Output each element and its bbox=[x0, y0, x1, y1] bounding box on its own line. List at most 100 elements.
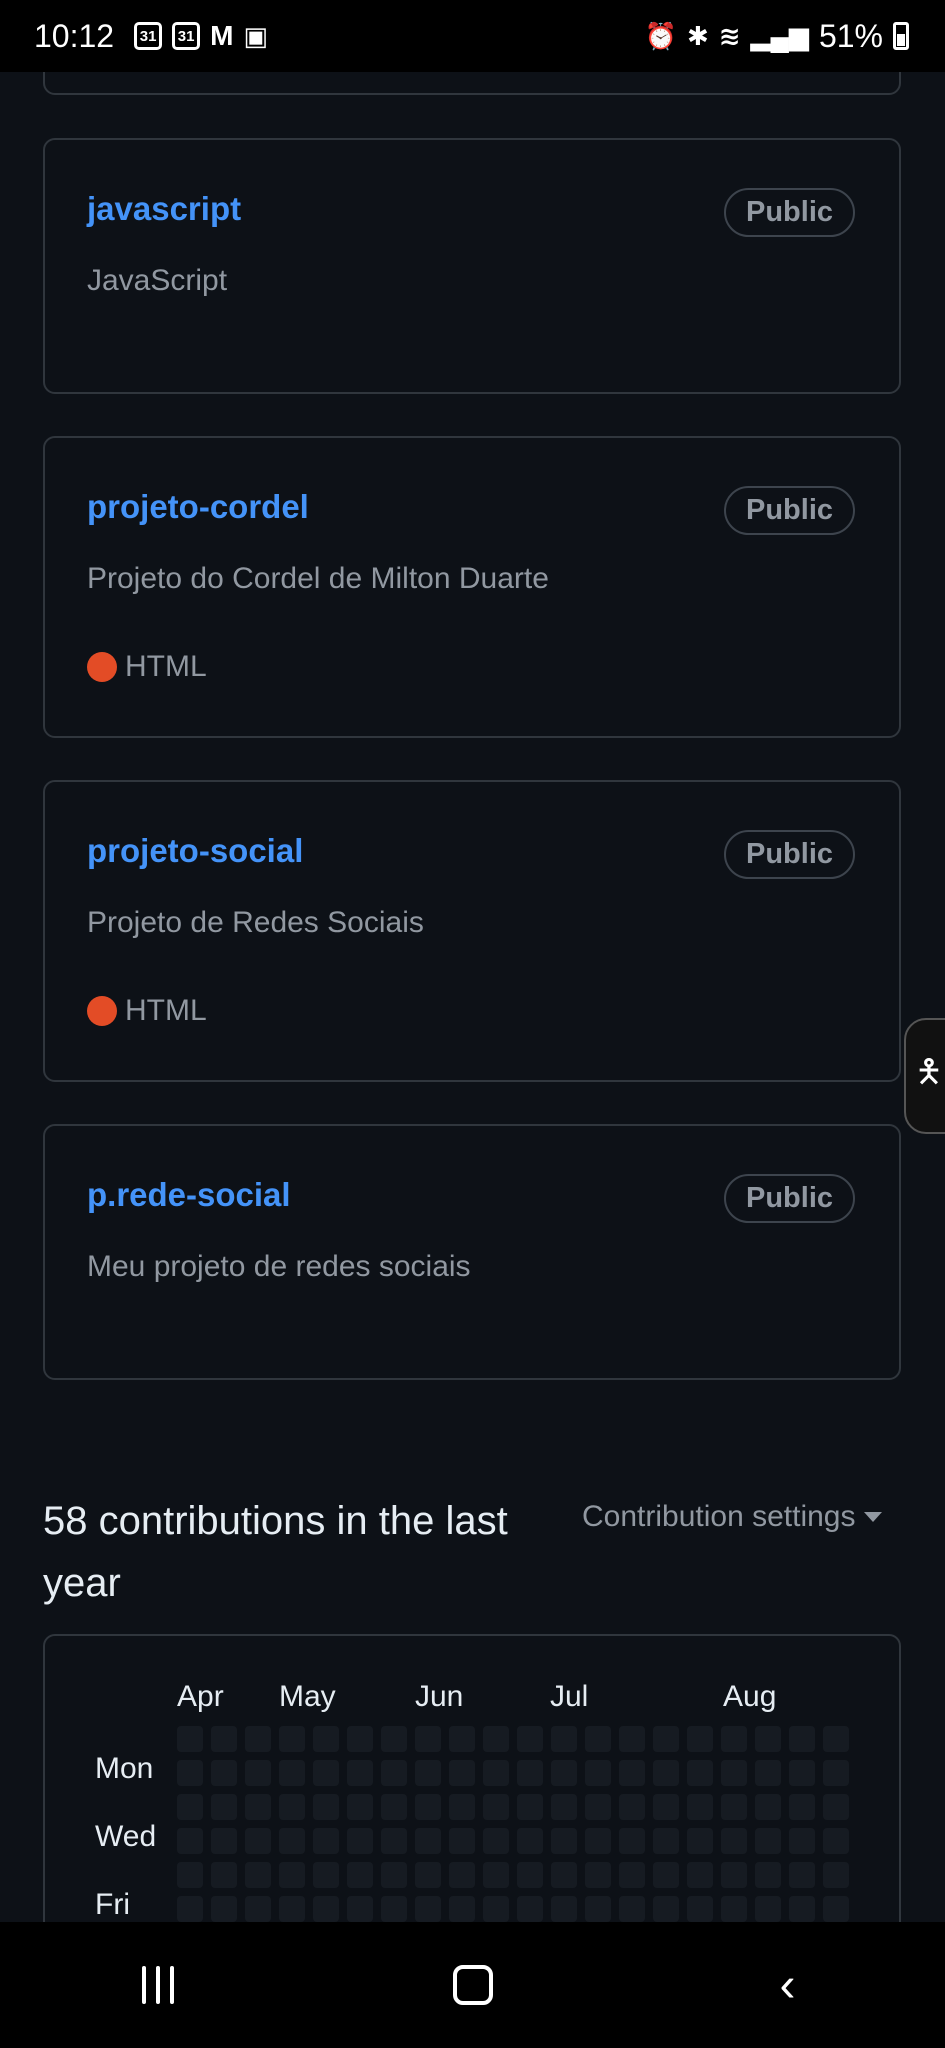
contribution-day-cell bbox=[381, 1862, 407, 1888]
contribution-day-cell bbox=[483, 1896, 509, 1922]
contribution-day-cell bbox=[721, 1828, 747, 1854]
contribution-day-cell bbox=[415, 1896, 441, 1922]
contribution-day-cell bbox=[211, 1794, 237, 1820]
repo-card[interactable]: projeto-cordel Public Projeto do Cordel … bbox=[43, 436, 901, 738]
contribution-day-cell bbox=[551, 1862, 577, 1888]
contribution-day-cell bbox=[415, 1760, 441, 1786]
contribution-day-cell bbox=[245, 1896, 271, 1922]
contribution-day-cell bbox=[619, 1862, 645, 1888]
contribution-day-cell bbox=[755, 1726, 781, 1752]
contribution-day-cell bbox=[313, 1794, 339, 1820]
contribution-day-cell bbox=[415, 1828, 441, 1854]
contribution-day-cell bbox=[211, 1726, 237, 1752]
contribution-day-cell bbox=[619, 1828, 645, 1854]
status-left: 10:12 31 31 M ▣ bbox=[34, 18, 268, 55]
contribution-day-cell bbox=[313, 1828, 339, 1854]
contribution-day-cell bbox=[551, 1828, 577, 1854]
contribution-day-cell bbox=[551, 1794, 577, 1820]
contribution-day-cell bbox=[551, 1760, 577, 1786]
contribution-day-cell bbox=[177, 1760, 203, 1786]
contribution-day-cell bbox=[177, 1726, 203, 1752]
contribution-day-cell bbox=[585, 1828, 611, 1854]
contribution-day-cell bbox=[789, 1726, 815, 1752]
repo-name-link[interactable]: projeto-social bbox=[87, 832, 303, 870]
repo-language: HTML bbox=[87, 994, 207, 1028]
accessibility-icon: 🯅 bbox=[914, 1053, 944, 1089]
contribution-day-cell bbox=[483, 1760, 509, 1786]
contribution-day-cell bbox=[823, 1760, 849, 1786]
contribution-day-cell bbox=[755, 1828, 781, 1854]
contribution-day-cell bbox=[177, 1828, 203, 1854]
contribution-day-cell bbox=[313, 1760, 339, 1786]
contribution-day-cell bbox=[517, 1726, 543, 1752]
contribution-day-cell bbox=[313, 1896, 339, 1922]
contribution-day-cell bbox=[177, 1862, 203, 1888]
contribution-day-cell bbox=[347, 1760, 373, 1786]
alarm-icon: ⏰ bbox=[644, 21, 677, 51]
contribution-day-cell bbox=[313, 1726, 339, 1752]
contribution-settings-button[interactable]: Contribution settings bbox=[582, 1500, 882, 1534]
contribution-day-cell bbox=[415, 1794, 441, 1820]
contribution-day-cell bbox=[313, 1862, 339, 1888]
battery-icon bbox=[893, 22, 909, 50]
contribution-day-cell bbox=[177, 1896, 203, 1922]
contribution-day-cell bbox=[381, 1828, 407, 1854]
contribution-day-cell bbox=[211, 1760, 237, 1786]
visibility-badge: Public bbox=[723, 1174, 855, 1223]
repo-name-link[interactable]: p.rede-social bbox=[87, 1176, 291, 1214]
day-label: Mon bbox=[95, 1752, 154, 1785]
contribution-day-cell bbox=[517, 1794, 543, 1820]
repo-card[interactable]: projeto-social Public Projeto de Redes S… bbox=[43, 780, 901, 1082]
contribution-day-cell bbox=[347, 1794, 373, 1820]
repo-name-link[interactable]: projeto-cordel bbox=[87, 488, 309, 526]
day-label: Fri bbox=[95, 1888, 130, 1921]
month-label: Jun bbox=[415, 1680, 464, 1713]
contribution-day-cell bbox=[585, 1794, 611, 1820]
month-label: May bbox=[279, 1680, 336, 1713]
recent-apps-icon bbox=[141, 1966, 174, 2004]
contribution-day-cell bbox=[721, 1896, 747, 1922]
contribution-day-cell bbox=[245, 1862, 271, 1888]
contribution-day-cell bbox=[415, 1726, 441, 1752]
visibility-badge: Public bbox=[723, 486, 855, 535]
contribution-day-cell bbox=[449, 1828, 475, 1854]
status-bar: 10:12 31 31 M ▣ ⏰ ✱ ≋ ▂▄▆ 51% bbox=[0, 0, 945, 72]
contribution-day-cell bbox=[245, 1828, 271, 1854]
contribution-day-cell bbox=[585, 1862, 611, 1888]
contribution-day-cell bbox=[211, 1862, 237, 1888]
repo-description: Meu projeto de redes sociais bbox=[87, 1250, 471, 1283]
contribution-graph: Apr May Jun Jul Aug Mon Wed Fri bbox=[43, 1634, 901, 1934]
contribution-day-cell bbox=[619, 1726, 645, 1752]
contribution-day-cell bbox=[687, 1828, 713, 1854]
contribution-day-cell bbox=[483, 1726, 509, 1752]
contribution-day-cell bbox=[347, 1896, 373, 1922]
language-color-dot bbox=[87, 652, 117, 682]
repo-description: Projeto de Redes Sociais bbox=[87, 906, 424, 939]
repo-card[interactable]: javascript Public JavaScript bbox=[43, 138, 901, 394]
recent-apps-button[interactable] bbox=[98, 1966, 218, 2004]
repo-description: Projeto do Cordel de Milton Duarte bbox=[87, 562, 549, 595]
contribution-day-cell bbox=[483, 1862, 509, 1888]
contribution-day-cell bbox=[789, 1896, 815, 1922]
contribution-day-cell bbox=[279, 1896, 305, 1922]
contribution-day-cell bbox=[721, 1726, 747, 1752]
contribution-day-cell bbox=[245, 1760, 271, 1786]
repo-language: HTML bbox=[87, 650, 207, 684]
contribution-day-cell bbox=[347, 1726, 373, 1752]
language-label: HTML bbox=[125, 650, 207, 683]
repo-card[interactable]: p.rede-social Public Meu projeto de rede… bbox=[43, 1124, 901, 1380]
contribution-day-cell bbox=[585, 1896, 611, 1922]
repo-name-link[interactable]: javascript bbox=[87, 190, 241, 228]
contribution-day-cell bbox=[721, 1862, 747, 1888]
home-button[interactable] bbox=[413, 1965, 533, 2005]
contribution-day-cell bbox=[653, 1896, 679, 1922]
contribution-day-cell bbox=[381, 1794, 407, 1820]
contribution-day-cell bbox=[279, 1726, 305, 1752]
caret-down-icon bbox=[863, 1512, 882, 1522]
contribution-day-cell bbox=[517, 1760, 543, 1786]
contribution-day-cell bbox=[279, 1760, 305, 1786]
accessibility-tab[interactable]: 🯅 bbox=[904, 1018, 945, 1134]
contribution-day-cell bbox=[279, 1862, 305, 1888]
back-button[interactable]: ‹ bbox=[728, 1958, 848, 2013]
contribution-day-cell bbox=[381, 1726, 407, 1752]
